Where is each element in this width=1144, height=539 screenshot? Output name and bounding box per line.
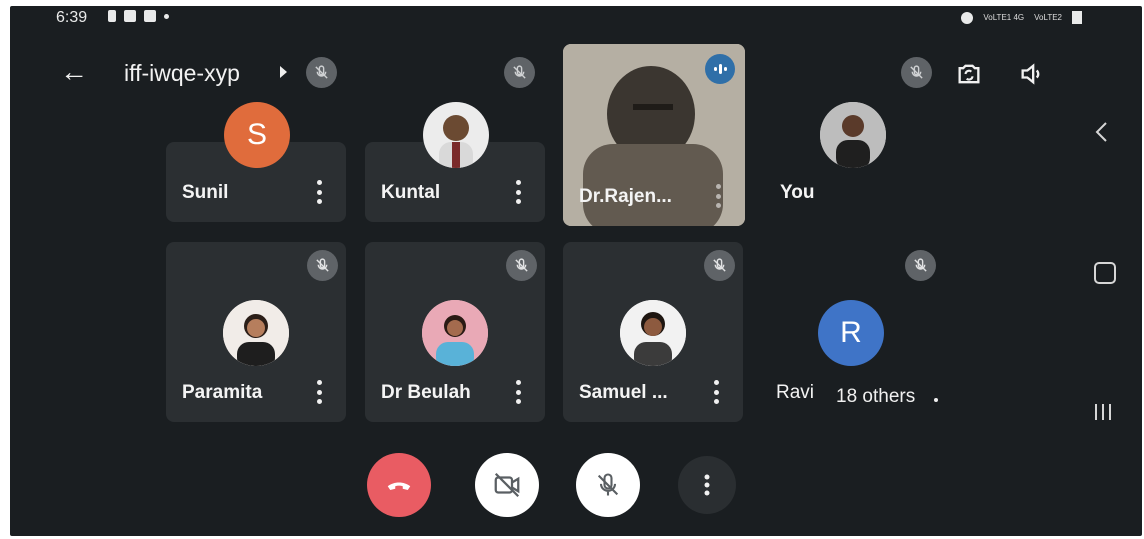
camera-toggle-button[interactable]	[475, 453, 539, 517]
participant-name: Dr.Rajen...	[579, 186, 672, 207]
back-nav-icon[interactable]	[1092, 120, 1112, 144]
participant-name: Samuel ...	[579, 382, 668, 403]
avatar	[620, 300, 686, 366]
avatar: S	[224, 102, 290, 168]
avatar	[423, 102, 489, 168]
phone-hangup-icon	[387, 482, 411, 490]
more-vertical-icon[interactable]	[515, 180, 521, 204]
more-options-button[interactable]	[678, 456, 736, 514]
mic-off-icon	[901, 57, 932, 88]
mic-off-icon	[506, 250, 537, 281]
network-sim2: VoLTE2	[1034, 12, 1062, 22]
speaker-icon[interactable]	[1018, 60, 1046, 93]
mic-off-icon	[504, 57, 535, 88]
mic-off-icon	[307, 250, 338, 281]
end-call-button[interactable]	[367, 453, 431, 517]
avatar-initial: R	[840, 316, 862, 349]
participant-video-tile[interactable]: Dr.Rajen...	[563, 44, 745, 226]
avatar	[820, 102, 886, 168]
more-vertical-icon[interactable]	[316, 380, 322, 404]
caret-right-icon[interactable]	[280, 66, 287, 78]
battery-icon	[1072, 11, 1082, 24]
back-arrow-icon[interactable]: ←	[60, 58, 88, 86]
participant-name: Ravi	[776, 382, 815, 403]
camera-switch-icon[interactable]	[955, 60, 983, 93]
status-bar: 6:39 VoLTE1 4G VoLTE2	[10, 6, 1142, 32]
meeting-code[interactable]: iff-iwqe-xyp	[124, 60, 240, 87]
participant-name: You	[780, 182, 815, 203]
mic-off-icon	[306, 57, 337, 88]
audio-level-icon	[705, 54, 735, 84]
alarm-icon	[961, 11, 974, 24]
mic-off-icon	[704, 250, 735, 281]
more-vertical-icon[interactable]	[316, 180, 322, 204]
gallery-icon	[124, 10, 136, 22]
video-off-icon	[494, 472, 520, 498]
avatar: R	[818, 300, 884, 366]
more-vertical-icon[interactable]	[713, 380, 719, 404]
meet-screen: 6:39 VoLTE1 4G VoLTE2 ← iff-iwqe-xyp Sun…	[10, 6, 1142, 536]
participant-name: Dr Beulah	[381, 382, 471, 403]
calendar-icon	[144, 10, 156, 22]
call-controls	[10, 453, 1142, 519]
more-vertical-icon[interactable]	[715, 184, 721, 208]
network-sim1: VoLTE1 4G	[983, 12, 1025, 22]
status-time: 6:39	[56, 9, 88, 26]
avatar-initial: S	[246, 118, 267, 151]
system-icons: VoLTE1 4G VoLTE2	[961, 11, 1082, 24]
notification-icon	[108, 10, 116, 22]
more-vertical-icon	[704, 474, 710, 496]
more-dot-icon	[934, 398, 938, 402]
participant-tile[interactable]: Dr Beulah	[365, 242, 545, 422]
avatar	[223, 300, 289, 366]
participant-name: Sunil	[182, 182, 229, 203]
notification-icons	[108, 10, 169, 22]
participant-name: Kuntal	[381, 182, 441, 203]
home-nav-icon[interactable]	[1094, 262, 1116, 284]
mic-toggle-button[interactable]	[576, 453, 640, 517]
participant-tile[interactable]: Samuel ...	[563, 242, 743, 422]
participant-name: Paramita	[182, 382, 263, 403]
more-notifications-icon	[164, 13, 169, 19]
participant-tile[interactable]: Paramita	[166, 242, 346, 422]
avatar	[422, 300, 488, 366]
mic-off-icon	[905, 250, 936, 281]
others-count[interactable]: 18 others	[836, 386, 915, 408]
more-vertical-icon[interactable]	[515, 380, 521, 404]
mic-off-icon	[597, 473, 619, 496]
recents-nav-icon[interactable]	[1092, 402, 1114, 422]
